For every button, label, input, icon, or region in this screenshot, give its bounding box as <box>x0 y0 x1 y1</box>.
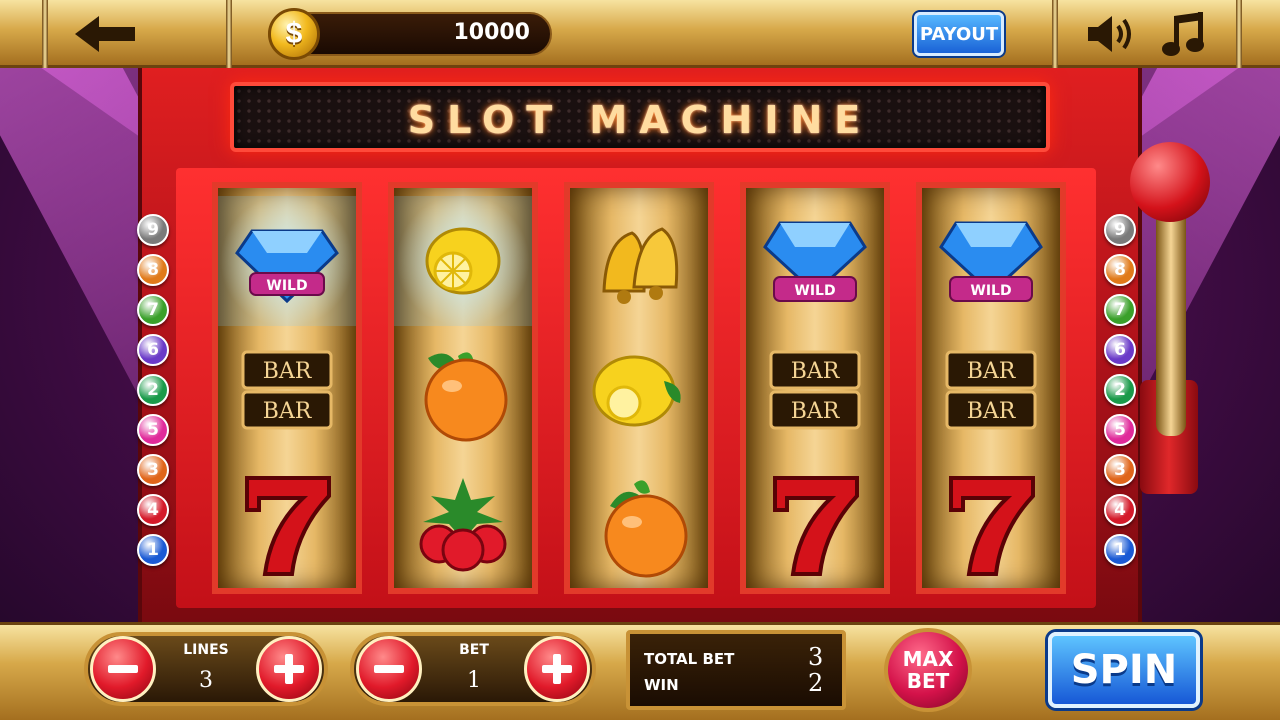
payline-indicator[interactable]: 2 <box>1104 374 1136 406</box>
bet-label: BET <box>459 642 489 658</box>
max-bet-line2: BET <box>906 669 950 693</box>
bar-label: BAR <box>263 399 313 424</box>
lever-handle[interactable] <box>1130 142 1210 222</box>
reel-5: WILD BAR BAR <box>916 182 1066 594</box>
orange-symbol <box>570 460 708 590</box>
bar-symbol: BAR BAR <box>218 326 356 456</box>
bar-symbol: BAR BAR <box>922 326 1060 456</box>
music-toggle-button[interactable] <box>1160 10 1212 58</box>
strawberries-icon <box>419 478 507 572</box>
lemon-icon <box>425 227 501 295</box>
payline-indicator[interactable]: 7 <box>137 294 169 326</box>
payout-button[interactable]: PAYOUT <box>914 12 1004 56</box>
back-arrow-icon <box>75 16 135 52</box>
seven-symbol <box>218 460 356 590</box>
lines-value: 3 <box>199 668 213 693</box>
double-bar-icon: BAR BAR <box>945 350 1037 430</box>
win-label: WIN <box>644 676 679 694</box>
diamond-wild-symbol: WILD <box>746 196 884 326</box>
total-bet-value: 3 <box>808 643 824 671</box>
bet-value: 1 <box>467 668 481 693</box>
bar-label: BAR <box>791 359 841 384</box>
max-bet-line1: MAX <box>902 647 954 671</box>
diamond-icon: WILD <box>763 221 867 302</box>
divider <box>1052 0 1058 68</box>
payline-indicator[interactable]: 1 <box>1104 534 1136 566</box>
payline-indicator[interactable]: 5 <box>137 414 169 446</box>
reel-4: WILD BAR BAR <box>740 182 890 594</box>
bar-label: BAR <box>967 359 1017 384</box>
payline-indicator[interactable]: 9 <box>137 214 169 246</box>
reel-2 <box>388 182 538 594</box>
max-bet-button[interactable]: MAX BET <box>884 628 972 712</box>
orange-symbol <box>394 326 532 456</box>
payline-indicator[interactable]: 8 <box>1104 254 1136 286</box>
diamond-icon: WILD <box>939 221 1043 302</box>
strawberries-symbol <box>394 460 532 590</box>
balance-amount: 10000 <box>453 20 530 45</box>
payline-indicator[interactable]: 3 <box>1104 454 1136 486</box>
reel-1: WILD BAR BAR <box>212 182 362 594</box>
seven-symbol <box>746 460 884 590</box>
double-bar-icon: BAR BAR <box>241 350 333 430</box>
coin-icon: $ <box>268 8 320 60</box>
diamond-wild-symbol: WILD <box>922 196 1060 326</box>
payline-indicator[interactable]: 2 <box>137 374 169 406</box>
payline-indicator[interactable]: 1 <box>137 534 169 566</box>
total-bet-label: TOTAL BET <box>644 650 735 668</box>
divider <box>1236 0 1242 68</box>
wild-label: WILD <box>266 278 307 294</box>
speaker-icon <box>1088 16 1131 52</box>
reel-3 <box>564 182 714 594</box>
orange-icon <box>604 480 688 578</box>
seven-icon <box>245 476 331 576</box>
back-button[interactable] <box>60 10 150 58</box>
wild-label: WILD <box>970 283 1011 299</box>
diamond-wild-symbol: WILD <box>218 196 356 326</box>
bells-symbol <box>570 196 708 326</box>
bar-symbol: BAR BAR <box>746 326 884 456</box>
lemon-icon <box>592 355 681 427</box>
payline-indicator[interactable]: 9 <box>1104 214 1136 246</box>
bet-increase-button[interactable] <box>524 636 590 702</box>
divider <box>42 0 48 68</box>
seven-symbol <box>922 460 1060 590</box>
minus-icon <box>108 665 138 673</box>
bells-icon <box>602 227 679 304</box>
game-title: SLOT MACHINE <box>407 98 873 142</box>
bet-decrease-button[interactable] <box>356 636 422 702</box>
seven-icon <box>773 476 859 576</box>
lemon-wild-symbol <box>394 196 532 326</box>
payline-indicator[interactable]: 5 <box>1104 414 1136 446</box>
orange-icon <box>424 352 508 442</box>
sound-toggle-button[interactable] <box>1084 12 1140 56</box>
payline-indicator[interactable]: 3 <box>137 454 169 486</box>
divider <box>226 0 232 68</box>
diamond-icon: WILD <box>235 229 339 304</box>
payline-indicator[interactable]: 6 <box>137 334 169 366</box>
lemon-symbol <box>570 326 708 456</box>
lines-label: LINES <box>183 642 229 658</box>
win-value: 2 <box>808 669 824 697</box>
double-bar-icon: BAR BAR <box>769 350 861 430</box>
lines-decrease-button[interactable] <box>90 636 156 702</box>
minus-icon <box>374 665 404 673</box>
payline-indicator[interactable]: 8 <box>137 254 169 286</box>
wild-label: WILD <box>794 283 835 299</box>
payline-indicator[interactable]: 4 <box>137 494 169 526</box>
lever-rod[interactable] <box>1156 206 1186 436</box>
bar-label: BAR <box>967 399 1017 424</box>
payline-indicator[interactable]: 6 <box>1104 334 1136 366</box>
lines-increase-button[interactable] <box>256 636 322 702</box>
seven-icon <box>949 476 1035 576</box>
music-note-icon <box>1162 12 1204 56</box>
spin-button[interactable]: SPIN <box>1048 632 1200 708</box>
bar-label: BAR <box>263 359 313 384</box>
bar-label: BAR <box>791 399 841 424</box>
payline-indicator[interactable]: 4 <box>1104 494 1136 526</box>
payline-indicator[interactable]: 7 <box>1104 294 1136 326</box>
